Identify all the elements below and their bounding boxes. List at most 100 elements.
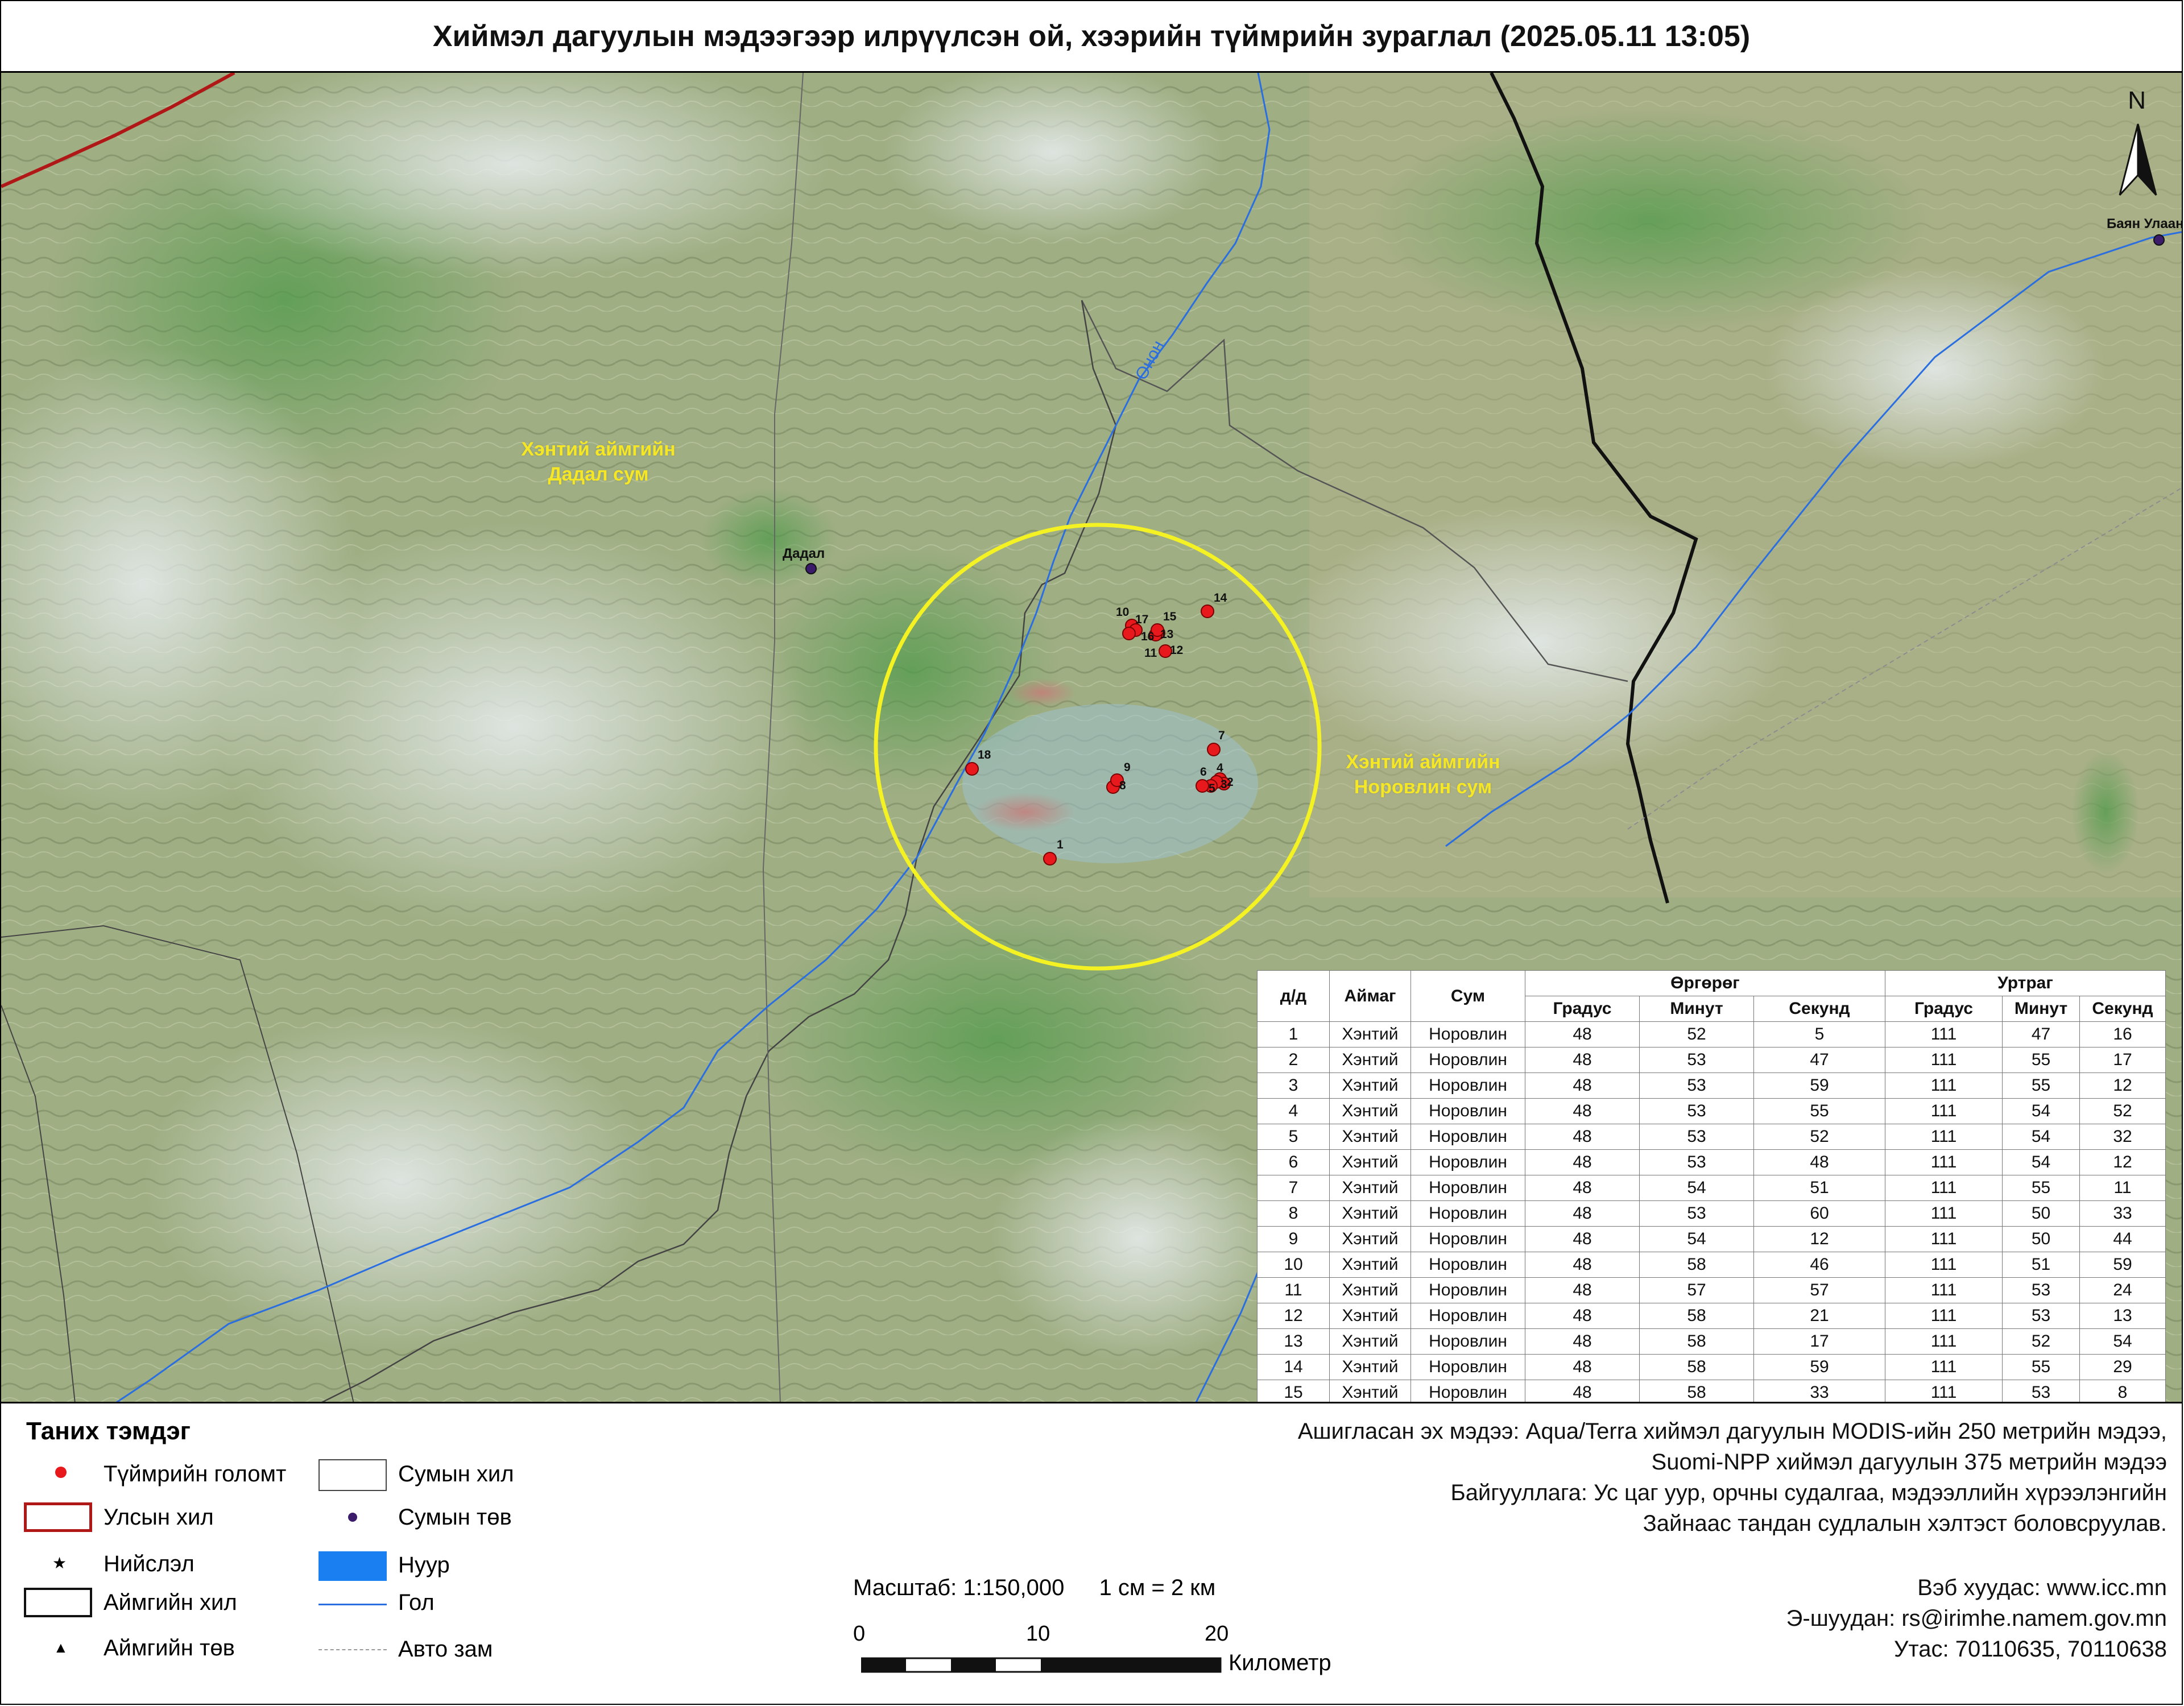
table-cell-lat-d: 48 — [1525, 1047, 1640, 1073]
table-row: 11 Хэнтий Норовлин 48 57 57 111 53 24 — [1257, 1277, 2166, 1303]
th-lat-sec: Секунд — [1753, 996, 1885, 1022]
burn-scar — [974, 792, 1076, 832]
table-cell-lon-d: 111 — [1885, 1175, 2003, 1201]
table-cell-aimag: Хэнтий — [1329, 1098, 1411, 1124]
table-cell-lat-d: 48 — [1525, 1175, 1640, 1201]
table-cell-aimag: Хэнтий — [1329, 1021, 1411, 1047]
th-aimag: Аймаг — [1329, 970, 1411, 1022]
table-cell-lat-m: 54 — [1639, 1175, 1754, 1201]
table-cell-lon-m: 55 — [2002, 1175, 2080, 1201]
fire-label-10: 10 — [1116, 606, 1129, 619]
fire-label-11: 11 — [1144, 647, 1157, 660]
source-info: Ашигласан эх мэдээ: Aqua/Terra хиймэл да… — [1298, 1416, 2167, 1539]
table-cell-lat-d: 48 — [1525, 1098, 1640, 1124]
legend-title: Таних тэмдэг — [26, 1417, 191, 1445]
table-cell-lat-s: 33 — [1753, 1380, 1885, 1402]
table-row: 3 Хэнтий Норовлин 48 53 59 111 55 12 — [1257, 1073, 2166, 1099]
table-cell-id: 12 — [1257, 1303, 1330, 1329]
table-cell-lat-m: 53 — [1639, 1098, 1754, 1124]
table-cell-id: 9 — [1257, 1226, 1330, 1252]
table-cell-sum: Норовлин — [1410, 1328, 1525, 1355]
table-cell-lat-s: 5 — [1753, 1021, 1885, 1047]
fire-label-1: 1 — [1057, 838, 1064, 851]
contact-phone: Утас: 70110635, 70110638 — [1894, 1637, 2167, 1662]
region-dadal-line2: Дадал сум — [548, 463, 649, 485]
fire-label-4: 4 — [1217, 761, 1223, 775]
table-cell-lat-m: 58 — [1639, 1303, 1754, 1329]
table-row: 6 Хэнтий Норовлин 48 53 48 111 54 12 — [1257, 1149, 2166, 1175]
legend-label-fire: Түймрийн голомт — [104, 1461, 287, 1486]
fire-point-7[interactable] — [1207, 743, 1221, 756]
fire-label-17: 17 — [1135, 613, 1148, 626]
legend: Таних тэмдэг Түймрийн голомт Улсын хил ★… — [1, 1405, 570, 1700]
table-cell-lon-m: 53 — [2002, 1303, 2080, 1329]
table-cell-sum: Норовлин — [1410, 1354, 1525, 1380]
table-cell-lat-d: 48 — [1525, 1252, 1640, 1278]
table-cell-lon-d: 111 — [1885, 1021, 2003, 1047]
table-cell-sum: Норовлин — [1410, 1252, 1525, 1278]
table-cell-lat-m: 58 — [1639, 1252, 1754, 1278]
table-cell-lat-m: 53 — [1639, 1124, 1754, 1150]
lake-symbol-icon — [318, 1551, 387, 1581]
table-cell-aimag: Хэнтий — [1329, 1328, 1411, 1355]
fire-point-17[interactable] — [1122, 627, 1136, 640]
table-cell-aimag: Хэнтий — [1329, 1175, 1411, 1201]
fire-point-14[interactable] — [1201, 604, 1214, 618]
th-id: д/д — [1257, 970, 1330, 1022]
table-cell-lon-s: 11 — [2079, 1175, 2166, 1201]
fire-label-12: 12 — [1170, 644, 1183, 657]
fire-point-6[interactable] — [1196, 779, 1209, 793]
legend-label-sum-border: Сумын хил — [398, 1461, 514, 1486]
table-row: 14 Хэнтий Норовлин 48 58 59 111 55 29 — [1257, 1354, 2166, 1380]
burn-scar — [1008, 678, 1076, 707]
table-cell-lat-m: 54 — [1639, 1226, 1754, 1252]
table-cell-lon-s: 33 — [2079, 1200, 2166, 1227]
legend-label-lake: Нуур — [398, 1552, 450, 1577]
table-cell-lon-m: 52 — [2002, 1328, 2080, 1355]
table-cell-lon-m: 53 — [2002, 1380, 2080, 1402]
fire-label-9: 9 — [1124, 761, 1131, 774]
table-cell-lon-m: 55 — [2002, 1354, 2080, 1380]
table-cell-id: 10 — [1257, 1252, 1330, 1278]
table-cell-lon-s: 12 — [2079, 1073, 2166, 1099]
state-border-symbol-icon — [24, 1502, 92, 1532]
th-lon-sec: Секунд — [2079, 996, 2166, 1022]
contact-website: Вэб хуудас: www.icc.mn — [1917, 1575, 2167, 1600]
fire-point-18[interactable] — [965, 762, 979, 776]
fire-label-6: 6 — [1200, 765, 1207, 779]
cloud — [1764, 266, 2106, 471]
table-cell-sum: Норовлин — [1410, 1303, 1525, 1329]
th-lon-min: Минут — [2002, 996, 2080, 1022]
table-cell-lat-s: 51 — [1753, 1175, 1885, 1201]
region-label-dadal: Хэнтий аймгийн Дадал сум — [513, 437, 684, 487]
table-cell-id: 4 — [1257, 1098, 1330, 1124]
cloud — [217, 522, 809, 931]
river-symbol-icon — [318, 1604, 387, 1605]
table-cell-aimag: Хэнтий — [1329, 1380, 1411, 1402]
capital-star-icon: ★ — [52, 1554, 67, 1572]
fire-point-1[interactable] — [1043, 852, 1057, 866]
legend-label-sum-center: Сумын төв — [398, 1505, 512, 1530]
scale-ratio: 1:150,000 — [963, 1575, 1065, 1600]
table-cell-sum: Норовлин — [1410, 1175, 1525, 1201]
legend-label-capital: Нийслэл — [104, 1551, 195, 1576]
table-cell-lat-s: 59 — [1753, 1073, 1885, 1099]
fire-label-3: 3 — [1221, 778, 1227, 791]
table-row: 10 Хэнтий Норовлин 48 58 46 111 51 59 — [1257, 1252, 2166, 1278]
table-cell-lat-s: 17 — [1753, 1328, 1885, 1355]
table-row: 1 Хэнтий Норовлин 48 52 5 111 47 16 — [1257, 1021, 2166, 1047]
contact-email: Э-шуудан: rs@irimhe.namem.gov.mn — [1786, 1606, 2167, 1631]
table-cell-lat-d: 48 — [1525, 1328, 1640, 1355]
table-cell-lon-d: 111 — [1885, 1200, 2003, 1227]
th-lon-deg: Градус — [1885, 996, 2003, 1022]
table-cell-lat-m: 53 — [1639, 1073, 1754, 1099]
fire-table-body: 1 Хэнтий Норовлин 48 52 5 111 47 16 2 Хэнтий Норовл… — [1257, 1021, 2166, 1402]
table-cell-aimag: Хэнтий — [1329, 1277, 1411, 1303]
sum-center-bayan-ulaan — [2153, 234, 2165, 246]
north-letter: N — [2128, 86, 2146, 114]
table-cell-lon-d: 111 — [1885, 1303, 2003, 1329]
legend-label-aimag-border: Аймгийн хил — [104, 1590, 237, 1615]
table-cell-id: 13 — [1257, 1328, 1330, 1355]
scale-tick-0: 0 — [853, 1622, 866, 1646]
contact-info: Вэб хуудас: www.icc.mn Э-шуудан: rs@irim… — [1786, 1572, 2167, 1664]
